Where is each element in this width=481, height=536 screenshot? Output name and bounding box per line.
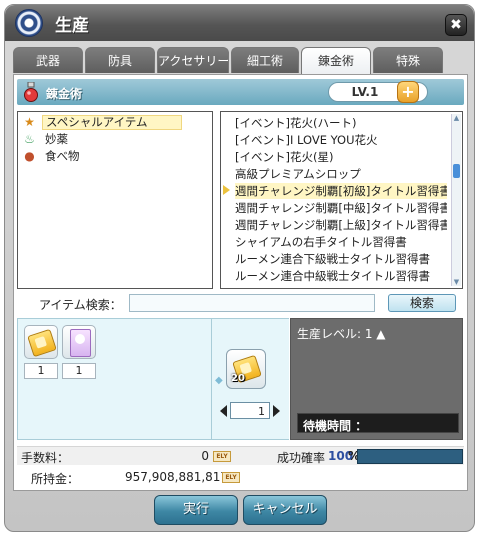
category-food[interactable]: ● 食べ物 (22, 149, 207, 164)
search-button[interactable]: 検索 (388, 294, 456, 312)
decrease-icon[interactable] (220, 405, 227, 417)
list-item[interactable]: 高級プレミアムシロップ (235, 166, 447, 182)
success-rate-bar (357, 449, 463, 464)
food-icon: ● (24, 149, 35, 163)
tab-accessory[interactable]: アクセサリー (157, 47, 229, 73)
tab-special[interactable]: 特殊 (373, 47, 443, 73)
tab-weapon[interactable]: 武器 (13, 47, 83, 73)
category-special-item[interactable]: ★ スペシャルアイテム (22, 115, 207, 130)
character-card-icon (70, 329, 91, 357)
category-list: ★ スペシャルアイテム ♨ 妙薬 ● 食べ物 (17, 111, 213, 289)
search-label: アイテム検索： (39, 298, 122, 312)
tab-craft[interactable]: 細工術 (231, 47, 299, 73)
potion-icon: ♨ (24, 132, 35, 146)
search-input[interactable] (129, 294, 375, 312)
tab-armor[interactable]: 防具 (85, 47, 155, 73)
scroll-down-icon[interactable]: ▼ (452, 278, 461, 286)
tab-alchemy[interactable]: 錬金術 (301, 47, 371, 75)
gold-ticket-icon (27, 328, 57, 358)
category-potion[interactable]: ♨ 妙薬 (22, 132, 207, 147)
result-slot[interactable]: 20 (226, 349, 266, 389)
item-list-scrollbar[interactable]: ▲ ▼ (451, 114, 461, 286)
selection-arrow-icon (223, 185, 230, 195)
list-item[interactable]: [イベント]花火(星) (235, 149, 447, 165)
material-qty: 1 (62, 363, 96, 379)
success-rate-label: 成功確率 (277, 451, 326, 465)
close-button[interactable]: ✖ (445, 14, 467, 36)
wait-time-label: 待機時間 ： (303, 419, 368, 433)
increase-icon[interactable] (273, 405, 280, 417)
ely-currency-icon: ELY (222, 472, 240, 483)
title-bar[interactable]: 生産 ✖ (5, 5, 474, 41)
success-rate-row: 成功確率 100 % (277, 446, 464, 465)
panel-header: 錬金術 LV.1 + (17, 79, 464, 105)
category-label: 妙薬 (45, 132, 68, 146)
list-item[interactable]: ルーメン連合下級戦士タイトル習得書 (235, 251, 447, 267)
production-window: 生産 ✖ 武器 防具 アクセサリー 細工術 錬金術 特殊 錬金術 LV.1 + … (4, 4, 475, 532)
ely-currency-icon: ELY (213, 451, 231, 462)
search-row: アイテム検索： 検索 (17, 293, 464, 315)
money-row: 所持金： 957,908,881,817 ELY (17, 468, 464, 486)
quantity-input[interactable]: 1 (230, 402, 270, 419)
execute-button[interactable]: 実行 (154, 495, 238, 525)
list-item[interactable]: [イベント]I LOVE YOU花火 (235, 132, 447, 148)
money-value: 957,908,881,817 (125, 470, 229, 484)
scrollbar-thumb[interactable] (453, 164, 460, 178)
scroll-up-icon[interactable]: ▲ (452, 114, 461, 122)
alchemy-panel: 錬金術 LV.1 + ★ スペシャルアイテム ♨ 妙薬 ● 食べ物 [イベント]… (13, 74, 468, 491)
star-icon: ★ (24, 115, 35, 129)
info-panel: 生産レベル: 1 ▲ 待機時間 ： (290, 318, 463, 440)
potion-icon (24, 82, 38, 102)
result-area: ◆ 20 1 (212, 318, 289, 440)
material-qty: 1 (24, 363, 58, 379)
list-item[interactable]: シャイアムの右手タイトル習得書 (235, 234, 447, 250)
list-item[interactable]: 週間チャレンジ制覇[上級]タイトル習得書 (235, 217, 447, 233)
list-item[interactable]: 週間チャレンジ制覇[中級]タイトル習得書 (235, 200, 447, 216)
list-item[interactable]: [イベント]花火(ハート) (235, 115, 447, 131)
arrow-right-icon: ◆ (215, 375, 223, 386)
category-label: スペシャルアイテム (42, 115, 182, 130)
level-text: LV.1 (351, 85, 379, 99)
item-list: [イベント]花火(ハート) [イベント]I LOVE YOU花火 [イベント]花… (220, 111, 463, 289)
material-slot[interactable] (62, 325, 96, 359)
level-plus-button[interactable]: + (397, 81, 419, 103)
gear-icon (15, 9, 43, 37)
category-label: 食べ物 (45, 149, 80, 163)
quantity-stepper: 1 (220, 402, 280, 420)
material-area: 1 1 (17, 318, 212, 440)
material-slot[interactable] (24, 325, 58, 359)
fee-row: 手数料： 0 ELY (17, 446, 285, 465)
list-item[interactable]: ルーメン連合中級戦士タイトル習得書 (235, 268, 447, 284)
fee-label: 手数料： (21, 451, 70, 465)
money-label: 所持金： (31, 472, 80, 486)
list-item-selected[interactable]: 週間チャレンジ制覇[初級]タイトル習得書 (235, 183, 447, 199)
panel-title: 錬金術 (46, 87, 83, 101)
cancel-button[interactable]: キャンセル (243, 495, 327, 525)
production-level: 生産レベル: 1 ▲ (297, 327, 386, 341)
result-count-badge: 20 (231, 373, 245, 384)
wait-time-bar: 待機時間 ： (297, 413, 459, 433)
fee-value: 0 (201, 449, 209, 463)
window-title: 生産 (55, 16, 89, 36)
